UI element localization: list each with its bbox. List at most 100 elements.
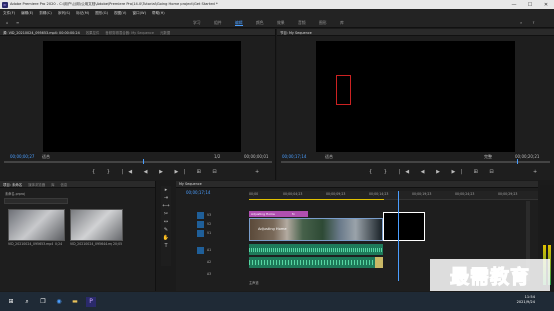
program-video-frame[interactable] xyxy=(316,41,515,152)
fx-clip[interactable]: fx xyxy=(290,211,308,217)
menu-sequence[interactable]: 序列(S) xyxy=(58,11,70,16)
menu-edit[interactable]: 编辑(E) xyxy=(21,11,33,16)
tab-metadata[interactable]: 元数据 xyxy=(157,30,173,35)
tab-program[interactable]: 节目: My Sequence xyxy=(277,30,315,35)
tab-info[interactable]: 信息 xyxy=(58,182,71,187)
track-header-v2: V2 xyxy=(176,220,247,228)
workspace-graphics[interactable]: 图形 xyxy=(319,19,327,26)
program-scrubber[interactable] xyxy=(281,161,550,163)
workspace-color[interactable]: 颜色 xyxy=(256,19,264,26)
black-clip-v1[interactable] xyxy=(383,212,425,241)
workspace-bar: ⌂ ≡ 学习 组件 编辑 颜色 效果 音频 图形 库 ⌕ ⇪ xyxy=(0,17,554,28)
track-select-icon[interactable]: ⇥ xyxy=(164,194,168,202)
workspace-assembly[interactable]: 组件 xyxy=(214,19,222,26)
source-add-button[interactable]: + xyxy=(255,169,259,175)
program-monitor-panel: 节目: My Sequence 00;00;17;14 适合 完整 00;00;… xyxy=(277,29,554,180)
hand-tool-icon[interactable]: ✋ xyxy=(163,234,169,242)
timeline-timecode[interactable]: 00;00;17;14 xyxy=(186,190,210,195)
slip-tool-icon[interactable]: ↔ xyxy=(164,218,168,226)
menu-window[interactable]: 窗口(W) xyxy=(132,11,146,16)
project-search-input[interactable] xyxy=(4,198,68,204)
workspace-effects[interactable]: 效果 xyxy=(277,19,285,26)
workspace-libraries[interactable]: 库 xyxy=(340,19,344,26)
program-add-button[interactable]: + xyxy=(533,169,537,175)
source-scale-select[interactable]: 1/2 xyxy=(214,154,220,159)
menu-file[interactable]: 文件(F) xyxy=(3,11,15,16)
media-thumbnail-1[interactable] xyxy=(70,209,123,241)
audio-clip-a1[interactable] xyxy=(249,244,383,255)
audio-waveform-a1 xyxy=(249,248,383,252)
timeline-playhead[interactable] xyxy=(398,191,399,281)
menu-help[interactable]: 帮助(H) xyxy=(152,11,165,16)
tab-sequence[interactable]: My Sequence xyxy=(176,182,205,186)
watermark-text: 最需教育 xyxy=(430,259,550,291)
workspace-editing[interactable]: 编辑 xyxy=(235,19,243,26)
search-icon[interactable]: ⌕ xyxy=(520,19,522,26)
project-file-name: 未命名.prproj xyxy=(5,192,26,196)
razor-tool-icon[interactable]: ✂ xyxy=(164,210,168,218)
adjustment-layer-clip[interactable]: Adjusting Home xyxy=(249,211,290,217)
source-timecode[interactable]: 00;00;00;27 xyxy=(10,154,34,159)
minimize-button[interactable]: — xyxy=(506,2,522,8)
program-transport-controls[interactable]: { } |◀ ◀ ▶ ▶| ⊞ ⊟ xyxy=(369,169,499,175)
menu-markers[interactable]: 标记(M) xyxy=(76,11,89,16)
menu-view[interactable]: 视图(V) xyxy=(114,11,126,16)
source-scrubber[interactable] xyxy=(4,161,272,163)
track-header-v3: V3 xyxy=(176,211,247,219)
premiere-taskbar-icon[interactable]: P xyxy=(86,296,96,307)
project-panel: 项目: 未命名 媒体浏览器 库 信息 未命名.prproj VID_202100… xyxy=(0,181,156,291)
source-patch-a1[interactable] xyxy=(197,246,204,254)
workspace-learn[interactable]: 学习 xyxy=(193,19,201,26)
maximize-button[interactable]: ☐ xyxy=(522,2,538,8)
close-button[interactable]: ✕ xyxy=(538,2,554,8)
selection-tool-icon[interactable]: ▸ xyxy=(165,186,168,194)
tab-media-browser[interactable]: 媒体浏览器 xyxy=(25,182,48,187)
windows-start-icon[interactable]: ⊞ xyxy=(6,297,16,307)
source-fit-select[interactable]: 适合 xyxy=(42,154,50,160)
tab-effect-controls[interactable]: 效果控件 xyxy=(83,30,103,35)
source-patch-v2[interactable] xyxy=(197,220,204,228)
program-scale-select[interactable]: 完整 xyxy=(484,154,492,160)
source-patch-v3[interactable] xyxy=(197,211,204,219)
pen-tool-icon[interactable]: ✎ xyxy=(164,226,168,234)
audio-clip-a2[interactable] xyxy=(249,257,383,268)
track-header-a1: A1 xyxy=(176,245,247,255)
audio-transition[interactable] xyxy=(375,257,383,268)
home-icon[interactable]: ⌂ xyxy=(6,19,12,26)
task-view-icon[interactable]: ❐ xyxy=(38,297,48,307)
clock-date: 2021/9/24 xyxy=(516,300,535,304)
source-patch-v1[interactable] xyxy=(197,229,204,237)
ripple-edit-icon[interactable]: ⟷ xyxy=(162,202,169,210)
track-label-v2: V2 xyxy=(207,222,212,226)
track-label-v1: V1 xyxy=(207,231,212,235)
export-icon[interactable]: ⇪ xyxy=(532,19,535,26)
program-tabs: 节目: My Sequence xyxy=(277,29,554,36)
tab-audio-clip-mixer[interactable]: 音频剪辑混合器: My Sequence xyxy=(102,30,157,35)
ruler-label: 00;00;29;23 xyxy=(498,192,518,196)
workspace-audio[interactable]: 音频 xyxy=(298,19,306,26)
folder-icon[interactable]: ▬ xyxy=(70,297,80,307)
program-fit-select[interactable]: 适合 xyxy=(325,154,333,160)
program-playhead[interactable] xyxy=(517,159,518,164)
menu-graphics[interactable]: 图形(G) xyxy=(95,11,108,16)
tab-source[interactable]: 源: VID_20210024_095653.mp4: 00:00:00:24 xyxy=(0,30,83,35)
taskbar-clock[interactable]: 11:54 2021/9/24 xyxy=(485,295,535,305)
program-timecode[interactable]: 00;00;17;14 xyxy=(282,154,306,159)
track-label-v3: V3 xyxy=(207,213,212,217)
browser-icon[interactable]: ◉ xyxy=(54,297,64,307)
work-area-bar[interactable] xyxy=(249,199,384,200)
media-duration-0: 0;24 xyxy=(55,242,63,246)
menu-clip[interactable]: 剪辑(C) xyxy=(39,11,52,16)
tab-project[interactable]: 项目: 未命名 xyxy=(0,182,25,187)
type-tool-icon[interactable]: T xyxy=(164,242,167,250)
workspace-menu-icon[interactable]: ≡ xyxy=(16,19,19,26)
windows-taskbar: ⊞ ⌕ ❐ ◉ ▬ P 11:54 2021/9/24 xyxy=(0,292,554,311)
audio-waveform-a2 xyxy=(249,260,383,265)
tab-libraries[interactable]: 库 xyxy=(48,182,57,187)
media-thumbnail-0[interactable] xyxy=(8,209,65,241)
source-playhead[interactable] xyxy=(143,159,144,164)
video-clip-v1[interactable]: Adjusting Home xyxy=(249,218,383,241)
source-video-frame[interactable] xyxy=(43,41,241,152)
source-transport-controls[interactable]: { } |◀ ◀ ▶ ▶| ⊞ ⊟ xyxy=(92,169,222,175)
search-icon[interactable]: ⌕ xyxy=(22,297,32,307)
